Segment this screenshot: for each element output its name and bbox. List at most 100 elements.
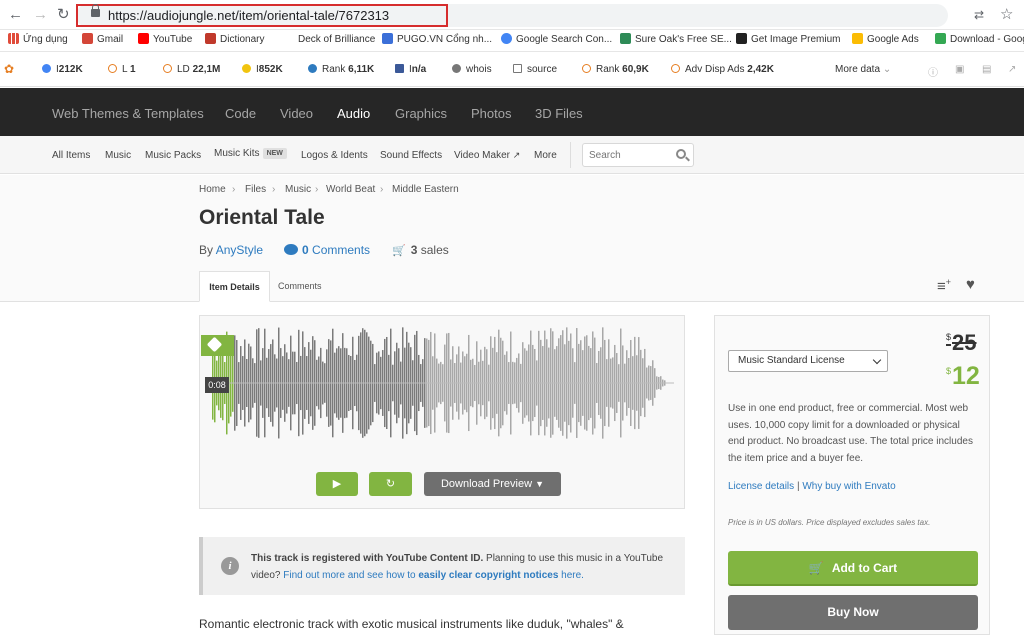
seo-metric-facebook[interactable]: In/a (395, 64, 426, 75)
bookmark-search-console[interactable]: Google Search Con... (501, 33, 612, 47)
seo-metric-display-ads[interactable]: Adv Disp Ads 2,42K (671, 64, 774, 75)
nav-photos[interactable]: Photos (471, 106, 511, 121)
subnav-music-packs[interactable]: Music Packs (145, 150, 201, 161)
breadcrumb-home[interactable]: Home (199, 184, 226, 195)
play-icon: ▶ (332, 478, 342, 490)
search-input[interactable] (589, 148, 673, 162)
seo-source[interactable]: source (513, 64, 557, 75)
author-link[interactable]: AnyStyle (216, 243, 263, 257)
chevron-down-icon: ⌄ (882, 64, 892, 75)
license-select[interactable]: Music Standard License (728, 350, 888, 372)
seo-more-data[interactable]: More data ⌄ (835, 64, 891, 75)
subnav-music[interactable]: Music (105, 150, 131, 161)
speech-bubble-icon (284, 244, 298, 255)
forward-arrow-icon[interactable]: → (33, 6, 48, 24)
subnav-music-kits[interactable]: Music Kits NEW (214, 148, 287, 159)
why-buy-link[interactable]: Why buy with Envato (802, 481, 895, 492)
bookmark-pugo[interactable]: PUGO.VN Cổng nh... (382, 33, 492, 47)
back-arrow-icon[interactable]: ← (8, 6, 23, 24)
bookmark-sure-oak[interactable]: Sure Oak's Free SE... (620, 33, 732, 47)
license-description: Use in one end product, free or commerci… (728, 403, 973, 464)
seo-whois[interactable]: whois (452, 64, 492, 75)
apps-grid-icon (8, 33, 19, 44)
seo-metric-semrush-rank[interactable]: Rank 60,9K (582, 64, 649, 75)
external-link-icon[interactable]: ↗ (1008, 64, 1016, 75)
bookmark-apps[interactable]: Ứng dụng (8, 33, 68, 47)
seoquake-icon[interactable]: ✿ (4, 62, 14, 76)
tab-comments[interactable]: Comments (278, 271, 322, 302)
nav-audio[interactable]: Audio (337, 106, 370, 121)
seo-metric-bing-index[interactable]: I852K (242, 64, 283, 75)
chart-icon[interactable]: ▤ (982, 64, 991, 75)
url-text[interactable]: https://audiojungle.net/item/oriental-ta… (108, 8, 389, 23)
translate-icon[interactable]: ⇄ (974, 6, 984, 24)
breadcrumb-separator: › (232, 184, 236, 195)
add-to-collection-icon[interactable]: ≡+ (937, 277, 951, 295)
sales-count: 🛒 3 sales (392, 243, 449, 257)
star-icon[interactable]: ☆ (1000, 6, 1013, 24)
buy-now-button[interactable]: Buy Now (728, 595, 978, 630)
price-tag-icon (206, 336, 223, 353)
seo-metric-alexa-rank[interactable]: Rank 6,11K (308, 64, 374, 75)
notice-text: This track is registered with YouTube Co… (251, 553, 664, 581)
search-icon[interactable] (676, 149, 686, 159)
replay-button[interactable]: ↻ (369, 472, 412, 496)
download-icon: ▼ (535, 479, 545, 489)
add-to-cart-button[interactable]: 🛒 Add to Cart (728, 551, 978, 586)
facebook-icon (395, 64, 404, 73)
search-console-icon (501, 33, 512, 44)
seo-metric-links[interactable]: L 1 (108, 64, 136, 75)
notice-link[interactable]: Find out more and see how to easily clea… (283, 570, 584, 581)
info-icon[interactable]: ⓘ (928, 64, 938, 79)
breadcrumb-separator: › (272, 184, 276, 195)
user-icon (452, 64, 461, 73)
subnav-video-maker[interactable]: Video Maker ↗ (454, 150, 520, 161)
nav-code[interactable]: Code (225, 106, 256, 121)
author-line: By AnyStyle (199, 243, 264, 257)
seo-metric-linking-domains[interactable]: LD 22,1M (163, 64, 220, 75)
lock-icon[interactable] (91, 4, 100, 17)
bookmark-get-image-premium[interactable]: Get Image Premium (736, 33, 840, 47)
breadcrumb-middle-eastern[interactable]: Middle Eastern (392, 184, 459, 195)
subnav-divider (570, 142, 571, 168)
play-button[interactable]: ▶ (316, 472, 358, 496)
subnav-logos-idents[interactable]: Logos & Idents (301, 150, 368, 161)
heart-icon[interactable]: ♥ (966, 276, 975, 293)
breadcrumb-files[interactable]: Files (245, 184, 266, 195)
subnav-more[interactable]: More (534, 150, 557, 161)
subnav-sound-effects[interactable]: Sound Effects (380, 150, 442, 161)
tax-note: Price is in US dollars. Price displayed … (728, 518, 931, 527)
external-link-icon: ↗ (512, 150, 521, 160)
waveform[interactable] (212, 324, 674, 442)
breadcrumb-music[interactable]: Music (285, 184, 311, 195)
bookmark-youtube[interactable]: YouTube (138, 33, 192, 47)
nav-web-themes[interactable]: Web Themes & Templates (52, 106, 204, 121)
bookmark-google-ads[interactable]: Google Ads (852, 33, 919, 47)
download-preview-button[interactable]: Download Preview ▼ (424, 472, 561, 496)
ads-icon (671, 64, 680, 73)
reload-icon[interactable]: ↻ (57, 6, 70, 24)
nav-graphics[interactable]: Graphics (395, 106, 447, 121)
breadcrumb-world-beat[interactable]: World Beat (326, 184, 375, 195)
monitor-icon[interactable]: ▣ (955, 64, 964, 75)
seo-metric-google-index[interactable]: I212K (42, 64, 83, 75)
price-tag-ribbon (201, 335, 234, 356)
tab-item-details[interactable]: Item Details (199, 271, 270, 302)
license-details-link[interactable]: License details (728, 481, 794, 492)
sale-price: $12 (946, 362, 980, 390)
new-badge: NEW (262, 148, 287, 159)
subnav-all-items[interactable]: All Items (52, 150, 90, 161)
alexa-icon (308, 64, 317, 73)
bookmark-gmail[interactable]: Gmail (82, 33, 123, 47)
bookmark-google-drive[interactable]: Download - Goog (935, 33, 1024, 47)
nav-3d-files[interactable]: 3D Files (535, 106, 583, 121)
bookmark-deck-of-brilliance[interactable]: Deck of Brilliance (298, 33, 375, 47)
waveform-baseline (212, 382, 674, 384)
google-icon (42, 64, 51, 73)
ld-icon (163, 64, 172, 73)
nav-video[interactable]: Video (280, 106, 313, 121)
comments-link[interactable]: 0 Comments (284, 243, 370, 257)
search-box (582, 143, 694, 167)
bookmarks-bar: Ứng dụng Gmail YouTube Dictionary Deck o… (0, 30, 1024, 52)
bookmark-dictionary[interactable]: Dictionary (205, 33, 264, 47)
